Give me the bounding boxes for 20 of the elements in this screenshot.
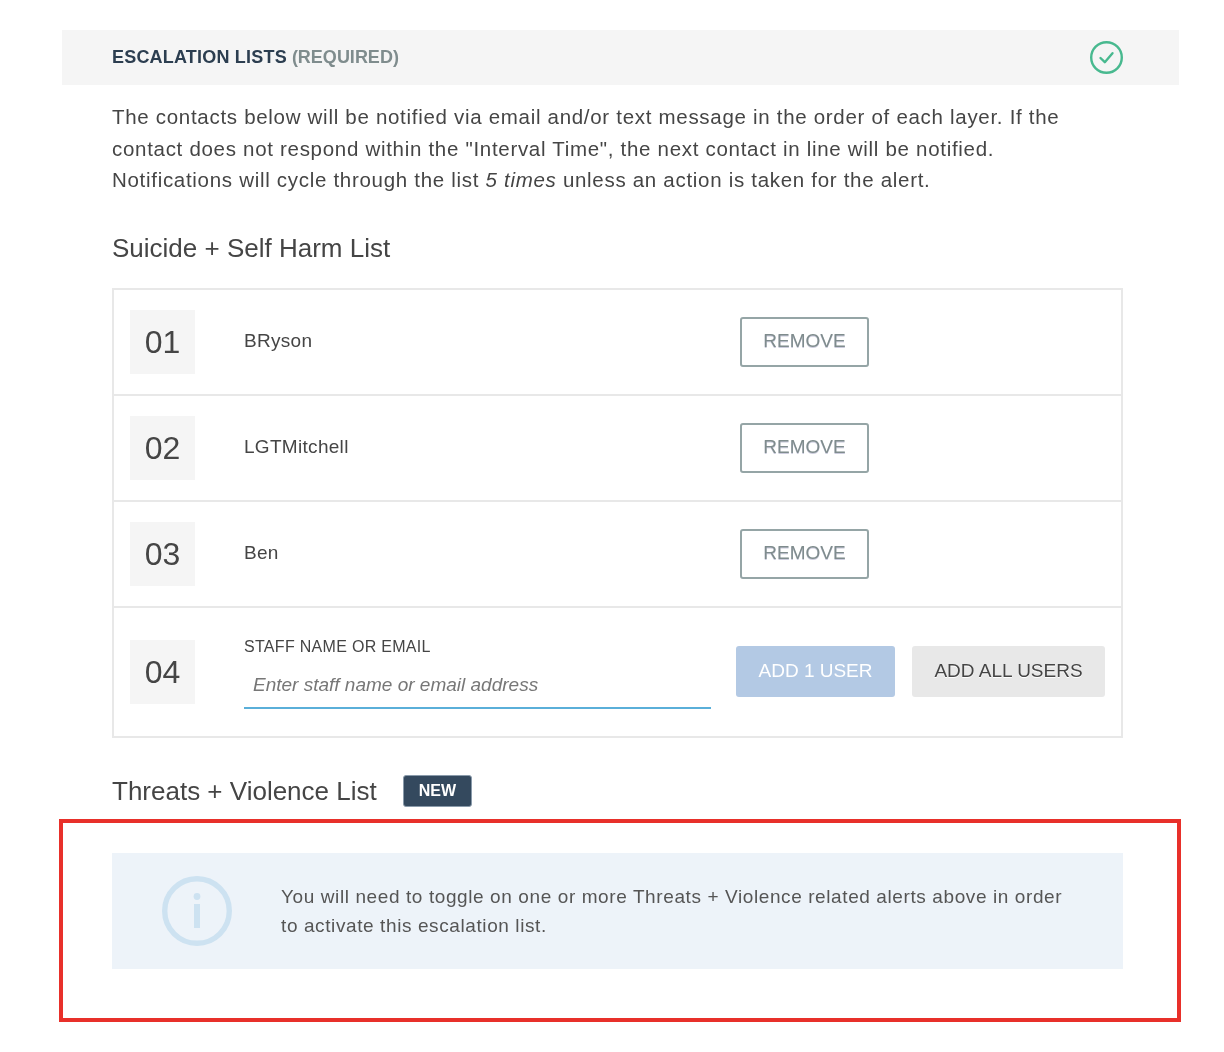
list-title: Suicide + Self Harm List	[112, 231, 391, 264]
add-all-users-button[interactable]: ADD ALL USERS	[912, 646, 1105, 697]
remove-button[interactable]: REMOVE	[740, 528, 869, 579]
contact-name: BRyson	[244, 329, 314, 354]
order-number: 02	[130, 415, 195, 480]
remove-button[interactable]: REMOVE	[740, 316, 869, 367]
section-title: ESCALATION LISTS	[112, 46, 287, 69]
required-label: (REQUIRED)	[291, 46, 399, 69]
remove-button[interactable]: REMOVE	[740, 422, 869, 473]
contact-name: LGTMitchell	[244, 435, 350, 460]
instructions-text: The contacts below will be notified via email and/or text message in the order of each layer. If the contact does not respond within the "Interval Time", the next contact in line will be notified. Notifications will cycle through the list 5 times unless an action is taken for the alert.	[112, 104, 1061, 193]
order-number: 04	[130, 639, 195, 704]
info-icon	[162, 875, 232, 946]
contact-name: Ben	[244, 541, 280, 566]
new-badge: NEW	[402, 774, 473, 807]
order-number: 03	[130, 521, 195, 586]
list-title: Threats + Violence List	[112, 774, 377, 807]
field-label: STAFF NAME OR EMAIL	[244, 636, 432, 657]
order-number: 01	[130, 309, 195, 374]
info-text: You will need to toggle on one or more Threats + Violence related alerts above in order to activate this escalation list.	[281, 884, 1064, 938]
